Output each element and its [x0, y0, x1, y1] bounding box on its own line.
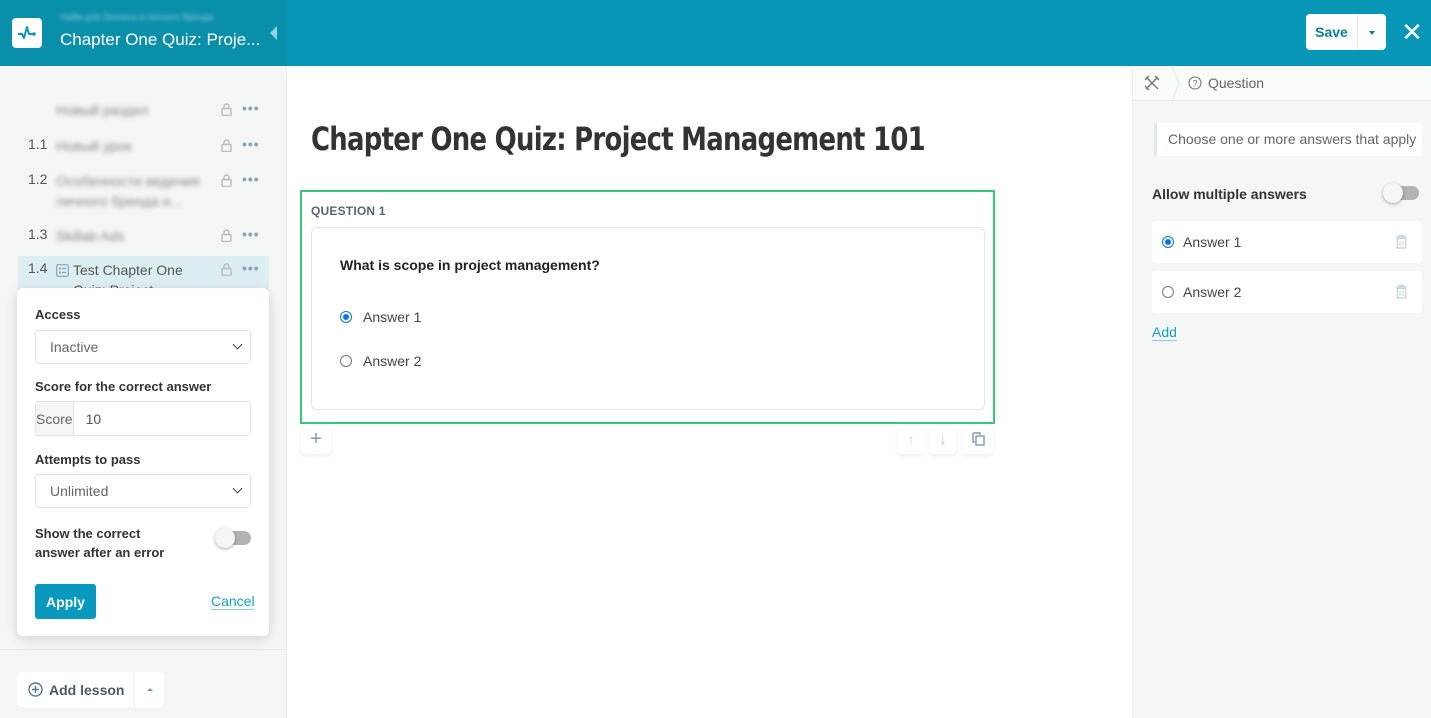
question-settings-panel: ? Question Choose one or more answers th…: [1132, 66, 1431, 718]
attempts-select[interactable]: Unlimited: [35, 474, 251, 508]
breadcrumb-question[interactable]: ? Question: [1188, 75, 1264, 91]
more-options-icon[interactable]: •••: [242, 100, 260, 116]
add-lesson-label: Add lesson: [49, 681, 125, 698]
allow-multiple-label: Allow multiple answers: [1152, 186, 1307, 202]
more-options-icon[interactable]: •••: [242, 260, 260, 276]
lesson-title: Новый урок: [56, 138, 132, 154]
course-header: Найм для бизнеса и личного бренда Chapte…: [0, 0, 287, 66]
question-label: QUESTION 1: [311, 204, 386, 218]
lesson-title: Особенности ведения личного бренда и...: [56, 173, 200, 209]
lesson-item[interactable]: Новый раздел •••: [18, 100, 269, 120]
question-card[interactable]: What is scope in project management? Ans…: [311, 227, 985, 410]
lesson-item[interactable]: 1.1 Новый урок •••: [18, 136, 269, 156]
question-hint[interactable]: Choose one or more answers that apply: [1154, 123, 1422, 156]
pulse-icon: [18, 26, 36, 39]
lesson-title: Новый раздел: [56, 102, 149, 118]
radio-button[interactable]: [340, 355, 352, 367]
question-text[interactable]: What is scope in project management?: [340, 257, 600, 273]
attempts-value: Unlimited: [50, 483, 109, 499]
tools-icon[interactable]: [1143, 74, 1161, 92]
answer-label: Answer 1: [363, 309, 422, 325]
lock-icon: [221, 229, 232, 242]
allow-multiple-toggle[interactable]: [1383, 183, 1419, 203]
answer-option[interactable]: Answer 2: [340, 353, 421, 369]
answer-label: Answer 2: [363, 353, 422, 369]
save-button-group: Save: [1306, 14, 1386, 50]
move-down-button[interactable]: ↓: [930, 424, 956, 454]
radio-button-checked[interactable]: [340, 311, 352, 323]
score-label: Score for the correct answer: [35, 379, 212, 394]
lesson-settings-popover: Access Inactive Score for the correct an…: [17, 288, 269, 636]
trash-icon[interactable]: [1395, 234, 1408, 249]
question-bubble-icon: ?: [1188, 76, 1202, 90]
lesson-item[interactable]: 1.2 Особенности ведения личного бренда и…: [18, 171, 269, 211]
score-addon: Score: [36, 402, 74, 435]
access-value: Inactive: [50, 339, 99, 355]
access-label: Access: [35, 307, 81, 322]
chevron-down-icon: [232, 339, 243, 350]
cancel-link[interactable]: Cancel: [211, 593, 255, 610]
save-options-dropdown[interactable]: [1358, 14, 1386, 50]
lesson-number: 1.3: [28, 226, 48, 242]
quiz-icon: [56, 264, 69, 277]
score-input-group: Score: [35, 401, 267, 436]
save-button[interactable]: Save: [1306, 14, 1358, 50]
lesson-number: [18, 100, 56, 120]
quiz-editor: Chapter One Quiz: Project Management 101…: [288, 66, 1132, 718]
answer-row[interactable]: Answer 2: [1152, 271, 1422, 313]
lock-icon: [221, 263, 232, 276]
add-lesson-dropdown[interactable]: [135, 672, 164, 707]
plus-circle-icon: [28, 682, 43, 697]
lesson-title: Skillab Ads: [56, 228, 125, 244]
more-options-icon[interactable]: •••: [242, 136, 260, 152]
app-logo[interactable]: [12, 18, 42, 48]
attempts-label: Attempts to pass: [35, 452, 141, 467]
add-question-button[interactable]: +: [301, 424, 331, 454]
plus-icon: +: [310, 427, 322, 450]
lock-icon: [221, 103, 232, 116]
add-lesson-group: Add lesson: [17, 672, 165, 707]
answer-label[interactable]: Answer 2: [1183, 284, 1241, 300]
duplicate-button[interactable]: [963, 424, 993, 454]
page-title[interactable]: Chapter One Quiz: Project Management 101: [311, 120, 926, 158]
add-answer-link[interactable]: Add: [1152, 324, 1177, 341]
more-options-icon[interactable]: •••: [242, 226, 260, 242]
copy-icon: [971, 432, 985, 446]
arrow-down-icon: ↓: [939, 431, 947, 447]
course-title: Chapter One Quiz: Proje...: [60, 30, 261, 49]
move-up-button[interactable]: ↑: [898, 424, 924, 454]
lock-icon: [221, 139, 232, 152]
close-button[interactable]: ✕: [1400, 18, 1424, 46]
correct-answer-radio[interactable]: [1162, 286, 1174, 298]
chevron-down-icon: [232, 483, 243, 494]
lesson-item[interactable]: 1.3 Skillab Ads •••: [18, 226, 269, 246]
collapse-sidebar-button[interactable]: [268, 24, 280, 42]
svg-text:?: ?: [1192, 78, 1197, 88]
apply-button[interactable]: Apply: [35, 584, 96, 619]
access-select[interactable]: Inactive: [35, 330, 251, 364]
answer-row[interactable]: Answer 1: [1152, 221, 1422, 263]
show-correct-toggle[interactable]: [215, 528, 251, 548]
sidebar-divider: [0, 649, 287, 650]
answer-label[interactable]: Answer 1: [1183, 234, 1241, 250]
lesson-number: 1.1: [28, 136, 48, 152]
question-block[interactable]: QUESTION 1 What is scope in project mana…: [300, 190, 995, 424]
score-input[interactable]: [73, 402, 267, 435]
trash-icon[interactable]: [1395, 284, 1408, 299]
top-bar: Найм для бизнеса и личного бренда Chapte…: [0, 0, 1431, 66]
add-lesson-button[interactable]: Add lesson: [17, 672, 136, 707]
arrow-up-icon: ↑: [907, 431, 915, 447]
show-correct-label: Show the correct answer after an error: [35, 526, 165, 560]
lock-icon: [221, 174, 232, 187]
breadcrumb-label: Question: [1208, 75, 1265, 91]
panel-breadcrumb: ? Question: [1133, 66, 1431, 101]
lesson-number: 1.2: [28, 171, 48, 187]
breadcrumb-separator: [1171, 66, 1180, 101]
answer-option[interactable]: Answer 1: [340, 309, 421, 325]
more-options-icon[interactable]: •••: [242, 171, 260, 187]
correct-answer-radio[interactable]: [1162, 236, 1174, 248]
course-breadcrumb[interactable]: Найм для бизнеса и личного бренда: [60, 12, 250, 22]
